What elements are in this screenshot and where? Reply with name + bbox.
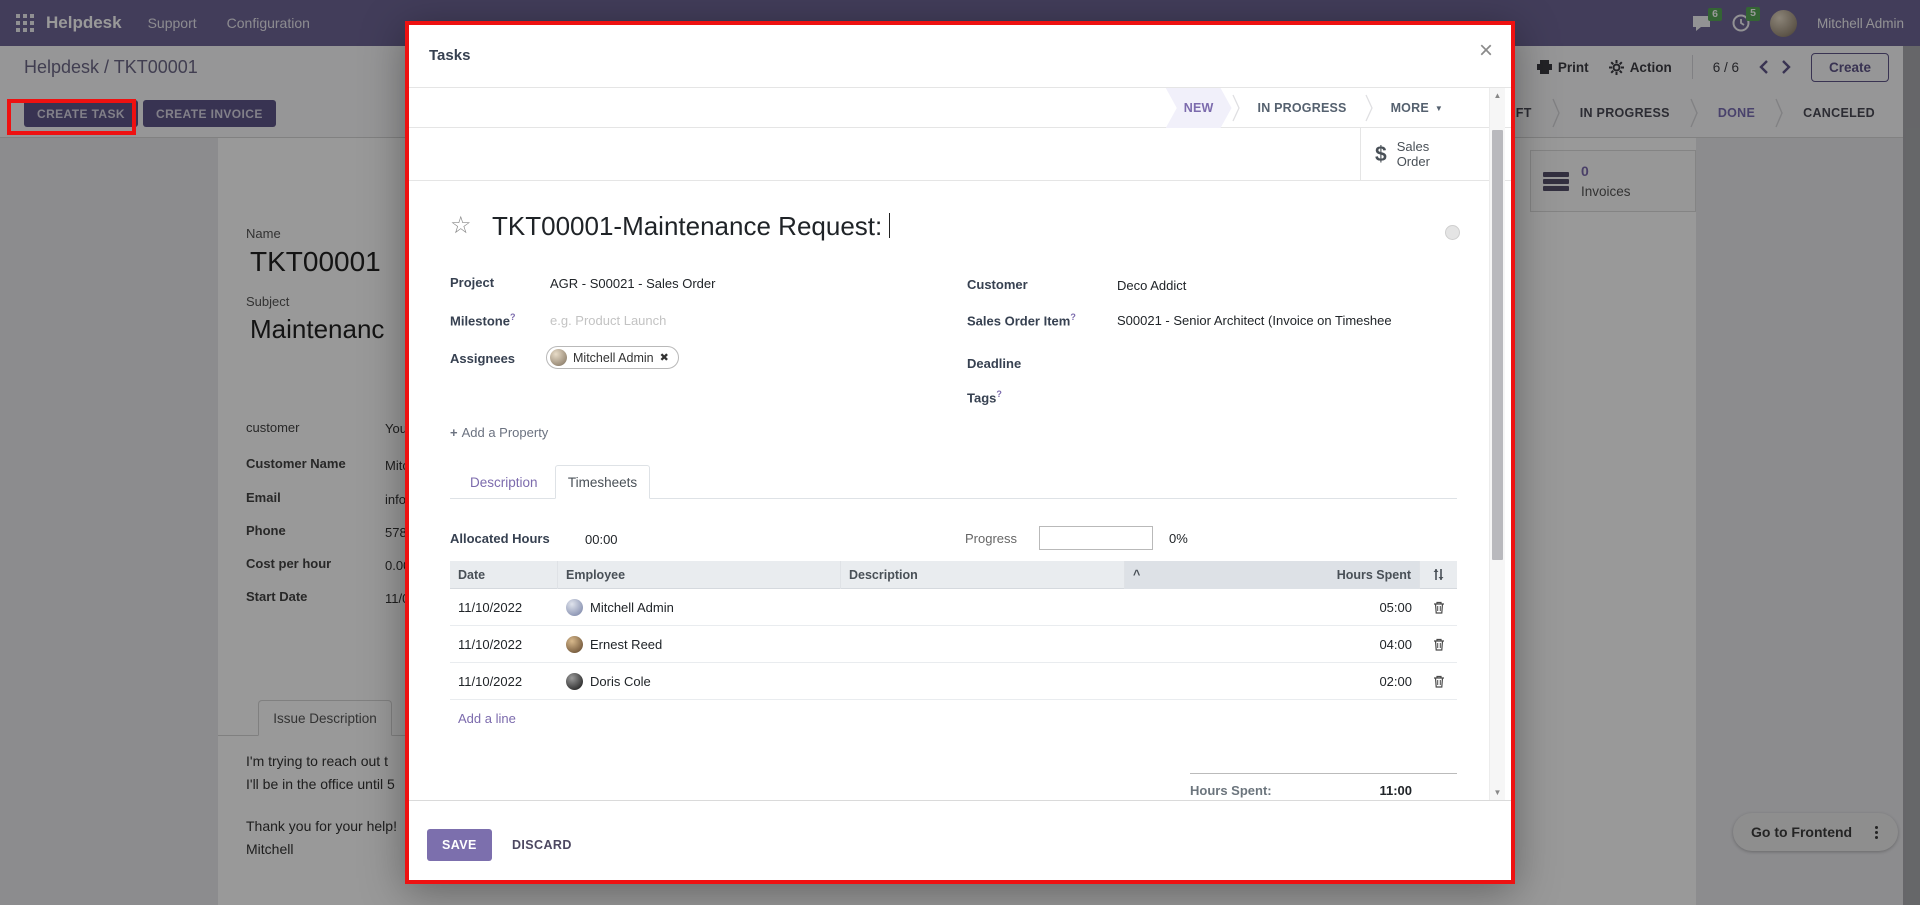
- progress-input[interactable]: [1039, 526, 1153, 550]
- dollar-icon: $: [1375, 143, 1387, 167]
- modal-stage-more-dropdown[interactable]: MORE▼: [1373, 88, 1461, 128]
- trash-icon: [1433, 601, 1445, 614]
- sort-asc-icon: ^: [1133, 568, 1140, 582]
- cell-date[interactable]: 11/10/2022: [450, 637, 558, 652]
- close-icon[interactable]: ×: [1479, 39, 1493, 63]
- modal-footer: SAVE DISCARD: [409, 800, 1511, 880]
- header-employee[interactable]: Employee: [558, 561, 841, 589]
- timesheet-row[interactable]: 11/10/2022 Mitchell Admin 05:00: [450, 589, 1457, 626]
- milestone-label: Milestone?: [450, 312, 515, 328]
- allocated-hours-value[interactable]: 00:00: [585, 532, 618, 547]
- modal-stage-new[interactable]: NEW: [1166, 88, 1232, 128]
- remove-tag-icon[interactable]: ✖: [660, 351, 669, 364]
- header-hours-spent[interactable]: ^Hours Spent: [1125, 561, 1420, 589]
- cell-hours[interactable]: 04:00: [1125, 637, 1420, 652]
- modal-title: Tasks: [429, 47, 470, 64]
- kanban-state-icon[interactable]: [1445, 225, 1460, 240]
- customer-value[interactable]: Deco Addict: [1117, 278, 1427, 293]
- adjust-columns-icon: [1432, 568, 1445, 581]
- modal-button-box: $ Sales Order: [409, 128, 1511, 181]
- favorite-star-icon[interactable]: ☆: [450, 211, 472, 240]
- help-icon: ?: [510, 312, 516, 322]
- tasks-modal: Tasks × NEW IN PROGRESS MORE▼ $ Sales Or…: [405, 21, 1515, 884]
- totals-row: Hours Spent: 11:00: [1190, 783, 1412, 798]
- totals-divider: [1190, 773, 1457, 774]
- progress-label: Progress: [965, 531, 1017, 546]
- sales-order-item-label: Sales Order Item?: [967, 312, 1076, 328]
- help-icon: ?: [996, 389, 1002, 399]
- trash-icon: [1433, 675, 1445, 688]
- stage-chevron: [1365, 94, 1373, 122]
- add-a-line-button[interactable]: Add a line: [450, 700, 1457, 737]
- assignees-label: Assignees: [450, 351, 515, 366]
- text-cursor: [889, 213, 890, 238]
- allocated-hours-label: Allocated Hours: [450, 531, 550, 546]
- sales-order-item-value[interactable]: S00021 - Senior Architect (Invoice on Ti…: [1117, 313, 1429, 328]
- tab-description[interactable]: Description: [470, 475, 538, 490]
- progress-percent: 0%: [1169, 531, 1188, 546]
- header-description[interactable]: Description: [841, 561, 1125, 589]
- modal-stage-in-progress[interactable]: IN PROGRESS: [1240, 88, 1365, 128]
- delete-row-button[interactable]: [1420, 675, 1457, 688]
- cell-date[interactable]: 11/10/2022: [450, 674, 558, 689]
- stage-chevron: [1232, 94, 1240, 122]
- scrollbar-thumb[interactable]: [1492, 130, 1503, 560]
- project-value[interactable]: AGR - S00021 - Sales Order: [550, 276, 850, 291]
- cell-hours[interactable]: 02:00: [1125, 674, 1420, 689]
- cell-employee[interactable]: Doris Cole: [558, 673, 841, 690]
- sales-order-label: Sales Order: [1397, 140, 1441, 170]
- header-date[interactable]: Date: [450, 561, 558, 589]
- scroll-down-icon[interactable]: ▼: [1490, 788, 1505, 797]
- modal-status-row: NEW IN PROGRESS MORE▼: [409, 88, 1511, 128]
- customer-label: Customer: [967, 277, 1028, 292]
- add-property-button[interactable]: +Add a Property: [450, 425, 548, 440]
- assignee-name: Mitchell Admin: [573, 351, 654, 365]
- total-hours-label: Hours Spent:: [1190, 783, 1272, 798]
- cell-employee[interactable]: Mitchell Admin: [558, 599, 841, 616]
- cell-date[interactable]: 11/10/2022: [450, 600, 558, 615]
- help-icon: ?: [1070, 312, 1076, 322]
- trash-icon: [1433, 638, 1445, 651]
- total-hours-value: 11:00: [1379, 783, 1412, 798]
- create-task-highlight-box: [7, 99, 136, 135]
- employee-avatar: [566, 673, 583, 690]
- tags-label: Tags?: [967, 389, 1002, 405]
- task-title-input[interactable]: TKT00001-Maintenance Request:: [492, 211, 890, 242]
- deadline-label: Deadline: [967, 356, 1021, 371]
- table-header-row: Date Employee Description ^Hours Spent: [450, 561, 1457, 589]
- optional-columns-button[interactable]: [1420, 561, 1457, 589]
- milestone-input[interactable]: e.g. Product Launch: [550, 313, 850, 328]
- delete-row-button[interactable]: [1420, 601, 1457, 614]
- assignee-avatar: [550, 349, 567, 366]
- scroll-up-icon[interactable]: ▲: [1490, 91, 1505, 100]
- timesheets-table: Date Employee Description ^Hours Spent 1…: [450, 561, 1457, 737]
- chevron-down-icon: ▼: [1435, 104, 1443, 113]
- delete-row-button[interactable]: [1420, 638, 1457, 651]
- assignee-tag[interactable]: Mitchell Admin ✖: [546, 346, 679, 369]
- tab-timesheets[interactable]: Timesheets: [555, 465, 650, 499]
- project-label: Project: [450, 275, 494, 290]
- timesheet-row[interactable]: 11/10/2022 Ernest Reed 04:00: [450, 626, 1457, 663]
- cell-hours[interactable]: 05:00: [1125, 600, 1420, 615]
- plus-icon: +: [450, 425, 458, 440]
- modal-header: Tasks ×: [409, 25, 1511, 88]
- save-button[interactable]: SAVE: [427, 829, 492, 861]
- timesheet-row[interactable]: 11/10/2022 Doris Cole 02:00: [450, 663, 1457, 700]
- employee-avatar: [566, 636, 583, 653]
- employee-avatar: [566, 599, 583, 616]
- modal-scrollbar[interactable]: ▲ ▼: [1489, 88, 1505, 800]
- cell-employee[interactable]: Ernest Reed: [558, 636, 841, 653]
- discard-button[interactable]: DISCARD: [502, 829, 582, 861]
- sales-order-smart-button[interactable]: $ Sales Order: [1360, 128, 1489, 181]
